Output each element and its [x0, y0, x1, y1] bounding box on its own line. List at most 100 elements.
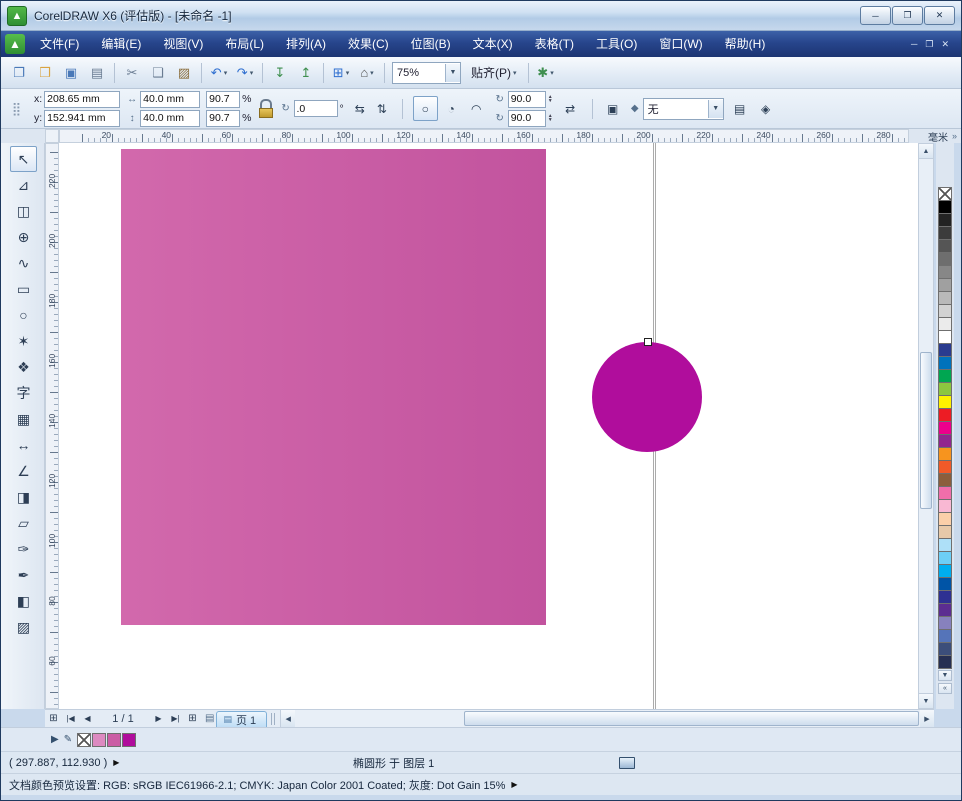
document-color-2[interactable] — [107, 733, 121, 747]
pick-tool[interactable]: ↖ — [10, 146, 37, 172]
add-page-button[interactable]: ⊞ — [184, 711, 201, 727]
palette-swatch-21[interactable] — [938, 460, 952, 474]
paste-button[interactable]: ▨ — [171, 61, 197, 85]
palette-swatch-15[interactable] — [938, 382, 952, 396]
print-button[interactable]: ▤ — [84, 61, 110, 85]
vertical-scrollbar[interactable]: ▲ ▼ — [918, 143, 934, 709]
palette-swatch-24[interactable] — [938, 499, 952, 513]
ellipse-node-handle[interactable] — [644, 338, 652, 346]
menu-item-7[interactable]: 位图(B) — [400, 31, 462, 57]
mesh-fill-tool[interactable]: ▨ — [10, 614, 37, 640]
close-button[interactable]: ✕ — [924, 6, 955, 25]
x-position-field[interactable] — [44, 91, 120, 108]
menu-item-8[interactable]: 文本(X) — [462, 31, 524, 57]
menu-item-6[interactable]: 效果(C) — [337, 31, 400, 57]
palette-expand-icon[interactable]: « — [938, 683, 952, 694]
palette-swatch-10[interactable] — [938, 317, 952, 331]
eyedropper-tool[interactable]: ✑ — [10, 536, 37, 562]
chevron-down-icon[interactable]: ▼ — [708, 100, 723, 118]
document-color-1[interactable] — [92, 733, 106, 747]
eyedropper-icon[interactable]: ✎ — [64, 734, 72, 745]
palette-swatch-0[interactable] — [938, 187, 952, 201]
page-tab[interactable]: ▤ 页 1 — [216, 711, 267, 728]
cut-button[interactable]: ✂ — [119, 61, 145, 85]
connector-tool[interactable]: ∠ — [10, 458, 37, 484]
pink-rectangle-object[interactable] — [121, 149, 546, 625]
palette-scroll-down-icon[interactable]: ▼ — [938, 670, 952, 681]
horizontal-scrollbar[interactable]: ◀ ▶ — [280, 710, 934, 727]
ruler-origin-corner[interactable] — [45, 129, 59, 143]
basic-shapes-tool[interactable]: ❖ — [10, 354, 37, 380]
palette-swatch-11[interactable] — [938, 330, 952, 344]
fill-tool[interactable]: ◧ — [10, 588, 37, 614]
menu-item-4[interactable]: 布局(L) — [214, 31, 275, 57]
outline-width-combo[interactable]: 无 ▼ — [643, 98, 724, 120]
copy-button[interactable]: ❑ — [145, 61, 171, 85]
doc-restore-button[interactable]: ❐ — [925, 39, 933, 50]
palette-swatch-16[interactable] — [938, 395, 952, 409]
palette-swatch-9[interactable] — [938, 304, 952, 318]
import-button[interactable]: ↧ — [267, 61, 293, 85]
palette-swatch-8[interactable] — [938, 291, 952, 305]
palette-swatch-7[interactable] — [938, 278, 952, 292]
wrap-text-button[interactable]: ▤ — [730, 99, 750, 119]
blend-tool[interactable]: ◨ — [10, 484, 37, 510]
start-angle-field[interactable] — [508, 91, 546, 108]
first-page-button[interactable]: |◀ — [62, 711, 79, 727]
change-direction-button[interactable]: ⇄ — [559, 97, 582, 120]
redo-button[interactable]: ↷▾ — [232, 61, 258, 85]
lock-ratio-button[interactable] — [258, 99, 274, 118]
next-page-button[interactable]: ▶ — [150, 711, 167, 727]
magenta-ellipse-object[interactable] — [592, 342, 702, 452]
undo-button[interactable]: ↶▾ — [206, 61, 232, 85]
doc-close-button[interactable]: ✕ — [941, 39, 949, 50]
document-color-0[interactable] — [77, 733, 91, 747]
palette-swatch-5[interactable] — [938, 252, 952, 266]
freehand-tool[interactable]: ∿ — [10, 250, 37, 276]
palette-swatch-26[interactable] — [938, 525, 952, 539]
palette-swatch-19[interactable] — [938, 434, 952, 448]
scale-x-field[interactable] — [206, 91, 240, 108]
open-button[interactable]: ❒ — [32, 61, 58, 85]
convert-to-curve-button[interactable]: ◈ — [756, 99, 776, 119]
rotation-angle-field[interactable] — [294, 100, 338, 117]
palette-swatch-30[interactable] — [938, 577, 952, 591]
palette-swatch-22[interactable] — [938, 473, 952, 487]
palette-swatch-12[interactable] — [938, 343, 952, 357]
palette-flyout-icon[interactable]: ▶ — [51, 734, 59, 745]
polygon-tool[interactable]: ✶ — [10, 328, 37, 354]
horizontal-ruler[interactable]: 20406080100120140160180200220240260280 — [59, 129, 909, 143]
palette-swatch-1[interactable] — [938, 200, 952, 214]
add-page-button[interactable]: ⊞ — [45, 711, 62, 727]
vertical-ruler[interactable]: 2202001801601401201008060 — [45, 143, 59, 709]
welcome-screen-button[interactable]: ⌂▾ — [354, 61, 380, 85]
menu-item-10[interactable]: 工具(O) — [585, 31, 648, 57]
corel-balloon-icon[interactable]: ▲ — [5, 34, 25, 54]
palette-swatch-27[interactable] — [938, 538, 952, 552]
scroll-left-icon[interactable]: ◀ — [281, 710, 295, 727]
mirror-vertical-button[interactable]: ⇅ — [372, 99, 392, 119]
menu-item-1[interactable]: 文件(F) — [29, 31, 90, 57]
palette-swatch-2[interactable] — [938, 213, 952, 227]
scroll-down-icon[interactable]: ▼ — [919, 693, 933, 708]
menu-item-9[interactable]: 表格(T) — [524, 31, 585, 57]
palette-swatch-17[interactable] — [938, 408, 952, 422]
palette-swatch-29[interactable] — [938, 564, 952, 578]
zoom-tool[interactable]: ⊕ — [10, 224, 37, 250]
options-button[interactable]: ✱ ▾ — [533, 61, 559, 85]
shape-tool[interactable]: ⊿ — [10, 172, 37, 198]
palette-swatch-25[interactable] — [938, 512, 952, 526]
mirror-horizontal-button[interactable]: ⇆ — [350, 99, 370, 119]
scale-y-field[interactable] — [206, 110, 240, 127]
menu-item-12[interactable]: 帮助(H) — [714, 31, 777, 57]
restore-button[interactable]: ❐ — [892, 6, 923, 25]
menu-item-11[interactable]: 窗口(W) — [648, 31, 713, 57]
pie-mode-button[interactable]: ◔ — [440, 97, 463, 120]
snap-to-dropdown[interactable]: 贴齐(P) ▾ — [464, 62, 524, 84]
status-flyout-icon[interactable]: ▶ — [511, 780, 517, 789]
arc-mode-button[interactable]: ◠ — [465, 97, 488, 120]
palette-swatch-4[interactable] — [938, 239, 952, 253]
palette-swatch-28[interactable] — [938, 551, 952, 565]
dimension-tool[interactable]: ↔ — [10, 432, 37, 458]
ellipse-mode-button[interactable]: ○ — [413, 96, 438, 121]
